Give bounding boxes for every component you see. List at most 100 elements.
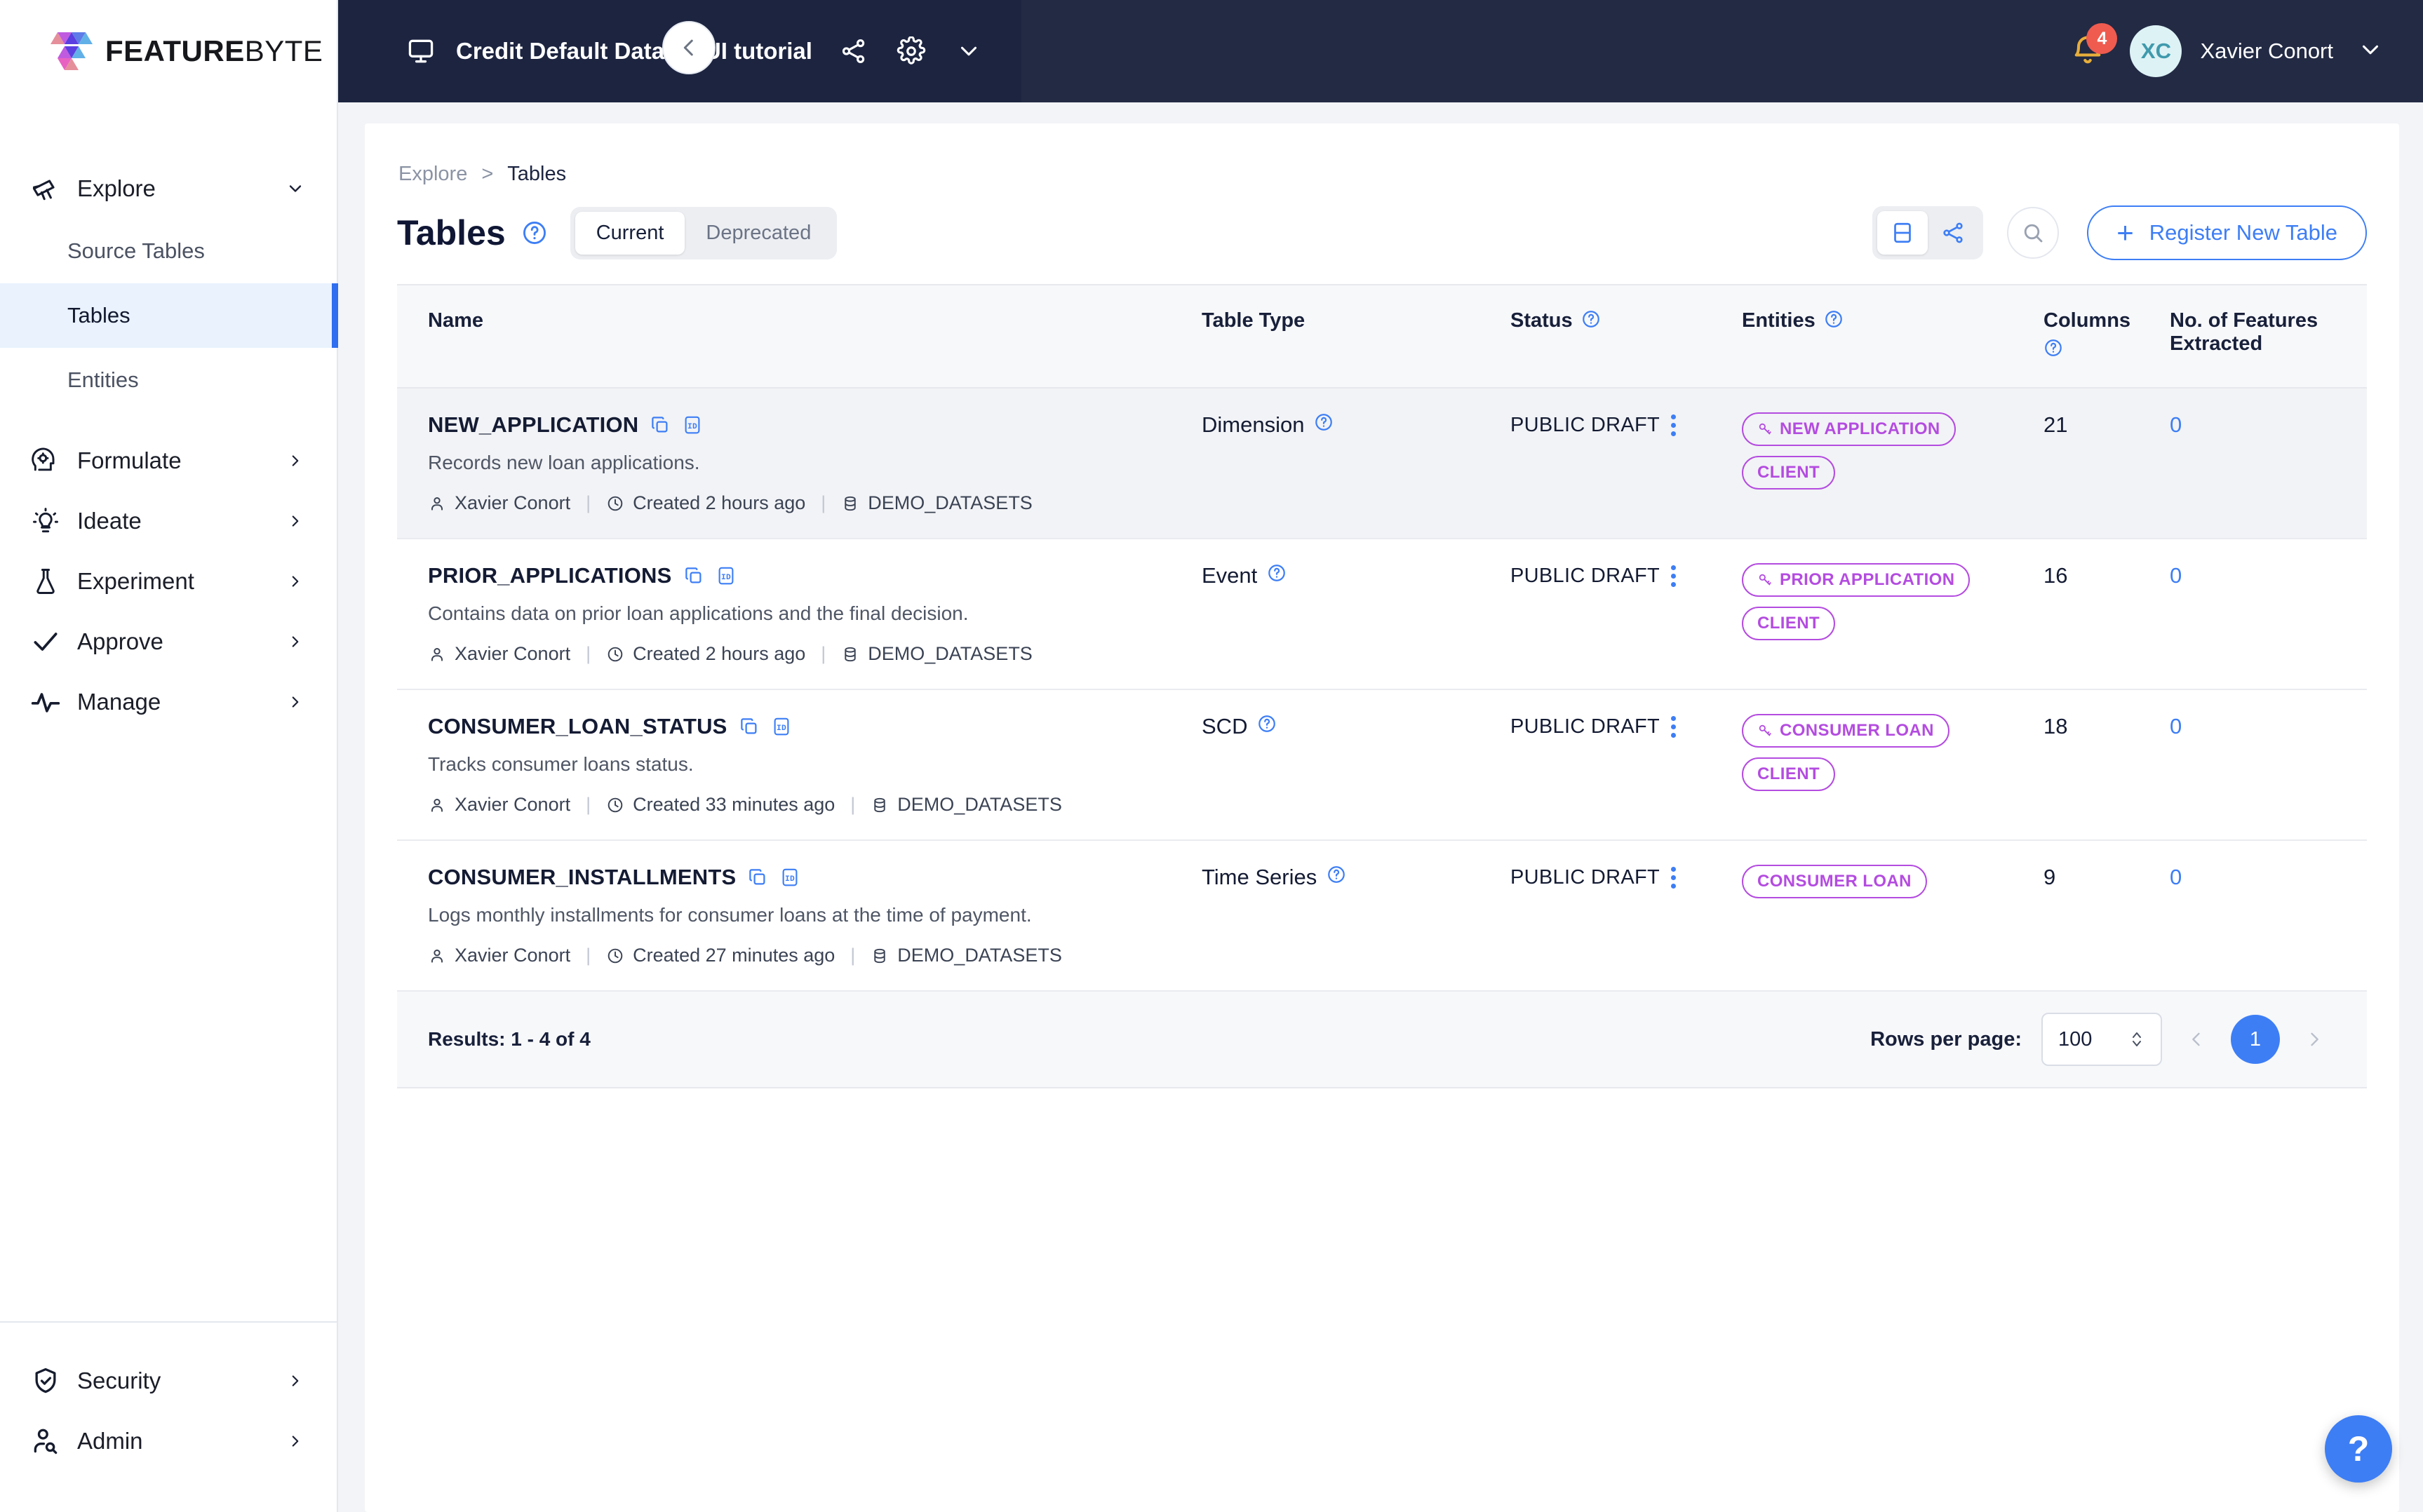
column-header-columns[interactable]: Columns xyxy=(2043,309,2170,363)
question-circle-icon[interactable] xyxy=(1314,412,1334,438)
user-icon xyxy=(431,647,443,661)
rows-per-page-select[interactable]: 100 xyxy=(2041,1013,2162,1066)
sidebar-item-tables[interactable]: Tables xyxy=(0,283,338,348)
sidebar-item-source-tables[interactable]: Source Tables xyxy=(0,219,337,283)
copy-icon[interactable] xyxy=(683,565,704,586)
meta-divider: | xyxy=(586,492,591,513)
entity-chips: CONSUMER LOAN xyxy=(1742,865,2043,898)
entity-chip[interactable]: CLIENT xyxy=(1742,757,1836,791)
user-menu-chevron-down-icon[interactable] xyxy=(2357,36,2384,67)
table-name[interactable]: PRIOR_APPLICATIONS ID xyxy=(428,563,1202,588)
help-fab-button[interactable]: ? xyxy=(2325,1415,2392,1483)
question-circle-icon[interactable] xyxy=(521,220,548,246)
sidebar-item-formulate[interactable]: Formulate xyxy=(0,431,337,491)
chevron-down-icon[interactable] xyxy=(953,35,985,67)
meta-author: Xavier Conort xyxy=(428,945,570,966)
question-circle-icon[interactable] xyxy=(1267,563,1287,588)
question-circle-icon[interactable] xyxy=(1581,309,1601,335)
table-view-icon[interactable] xyxy=(1877,211,1928,255)
question-circle-icon[interactable] xyxy=(1257,714,1277,739)
tab-deprecated[interactable]: Deprecated xyxy=(685,212,832,255)
entity-chip[interactable]: CLIENT xyxy=(1742,456,1836,490)
row-actions-kebab-icon[interactable] xyxy=(1671,412,1677,438)
features-extracted-count[interactable]: 0 xyxy=(2170,412,2182,437)
sidebar-item-manage[interactable]: Manage xyxy=(0,672,337,732)
sidebar-item-security[interactable]: Security xyxy=(0,1351,337,1411)
sidebar-item-explore[interactable]: Explore xyxy=(0,158,337,219)
copy-icon[interactable] xyxy=(747,867,768,888)
table-row[interactable]: CONSUMER_INSTALLMENTS ID Logs monthly in… xyxy=(397,841,2367,992)
copy-icon[interactable] xyxy=(650,414,671,436)
table-name[interactable]: CONSUMER_LOAN_STATUS ID xyxy=(428,714,1202,739)
id-icon[interactable]: ID xyxy=(682,414,703,436)
sidebar-item-ideate[interactable]: Ideate xyxy=(0,491,337,551)
column-header-status[interactable]: Status xyxy=(1510,309,1742,363)
sidebar-item-entities[interactable]: Entities xyxy=(0,348,337,412)
entity-chip-primary[interactable]: CONSUMER LOAN xyxy=(1742,714,1949,748)
question-circle-icon[interactable] xyxy=(2043,338,2170,363)
tab-current[interactable]: Current xyxy=(575,211,685,255)
table-row[interactable]: CONSUMER_LOAN_STATUS ID Tracks consumer … xyxy=(397,690,2367,841)
row-actions-kebab-icon[interactable] xyxy=(1671,714,1677,739)
column-header-entities[interactable]: Entities xyxy=(1742,309,2043,363)
question-circle-icon[interactable] xyxy=(1824,309,1844,335)
register-new-table-button[interactable]: + Register New Table xyxy=(2087,205,2367,260)
column-header-features-extracted[interactable]: No. of Features Extracted xyxy=(2170,309,2394,363)
status-label: PUBLIC DRAFT xyxy=(1510,715,1660,738)
gear-icon[interactable] xyxy=(895,35,927,67)
search-button[interactable] xyxy=(2007,207,2060,259)
table-row[interactable]: NEW_APPLICATION ID Records new loan appl… xyxy=(397,389,2367,539)
column-header-label: Name xyxy=(428,309,483,332)
id-icon[interactable]: ID xyxy=(771,716,792,737)
entity-chip-primary[interactable]: PRIOR APPLICATION xyxy=(1742,563,1971,597)
pagination-prev-button[interactable] xyxy=(2172,1015,2221,1064)
page-body: Explore > Tables Tables Current Deprecat… xyxy=(338,102,2423,1512)
table-type-label: Time Series xyxy=(1202,865,1317,889)
chevron-right-icon xyxy=(285,511,306,532)
features-extracted-count[interactable]: 0 xyxy=(2170,563,2182,588)
entity-chip[interactable]: CONSUMER LOAN xyxy=(1742,865,1927,898)
id-icon[interactable]: ID xyxy=(779,867,800,888)
row-meta: Xavier Conort | Created 27 minutes ago | xyxy=(428,945,1202,966)
sidebar-item-approve[interactable]: Approve xyxy=(0,612,337,672)
pagination-page-1[interactable]: 1 xyxy=(2231,1015,2280,1064)
chevron-right-icon xyxy=(285,450,306,471)
column-header-label: Columns xyxy=(2043,309,2131,332)
tables-list: Name Table Type Status Entities Columns xyxy=(397,284,2367,1088)
sidebar-item-experiment[interactable]: Experiment xyxy=(0,551,337,612)
row-actions-kebab-icon[interactable] xyxy=(1671,865,1677,890)
id-icon[interactable]: ID xyxy=(716,565,737,586)
avatar[interactable]: XC xyxy=(2130,25,2182,77)
svg-text:ID: ID xyxy=(721,574,731,582)
question-circle-icon[interactable] xyxy=(1327,865,1346,890)
breadcrumb-parent[interactable]: Explore xyxy=(398,163,467,186)
topbar-right-cluster: 4 XC Xavier Conort xyxy=(2069,23,2423,77)
sidebar-collapse-button[interactable] xyxy=(662,21,716,74)
table-type: Event xyxy=(1202,563,1510,588)
sidebar-item-admin[interactable]: Admin xyxy=(0,1411,337,1471)
key-icon xyxy=(1759,423,1771,435)
row-entities-cell: NEW APPLICATION CLIENT xyxy=(1742,412,2043,514)
column-header-table-type[interactable]: Table Type xyxy=(1202,309,1510,363)
chevron-right-icon xyxy=(2311,1032,2318,1046)
entity-chip-label: NEW APPLICATION xyxy=(1780,419,1940,438)
table-name-label: CONSUMER_LOAN_STATUS xyxy=(428,714,727,738)
table-row[interactable]: PRIOR_APPLICATIONS ID Contains data on p… xyxy=(397,539,2367,690)
copy-icon[interactable] xyxy=(739,716,760,737)
column-header-name[interactable]: Name xyxy=(412,309,1202,363)
row-actions-kebab-icon[interactable] xyxy=(1671,563,1677,588)
database-icon xyxy=(845,647,856,661)
pagination-next-button[interactable] xyxy=(2290,1015,2339,1064)
brand-logo[interactable]: FEATUREBYTE xyxy=(0,0,337,102)
table-name[interactable]: NEW_APPLICATION ID xyxy=(428,412,1202,438)
share-icon[interactable] xyxy=(838,35,870,67)
features-extracted-count[interactable]: 0 xyxy=(2170,865,2182,889)
entity-chip-primary[interactable]: NEW APPLICATION xyxy=(1742,412,1956,446)
notifications-button[interactable]: 4 xyxy=(2069,23,2118,69)
table-name[interactable]: CONSUMER_INSTALLMENTS ID xyxy=(428,865,1202,890)
graph-view-icon[interactable] xyxy=(1928,211,1978,255)
row-status-cell: PUBLIC DRAFT xyxy=(1510,865,1742,966)
features-extracted-count[interactable]: 0 xyxy=(2170,714,2182,738)
entity-chip[interactable]: CLIENT xyxy=(1742,607,1836,640)
